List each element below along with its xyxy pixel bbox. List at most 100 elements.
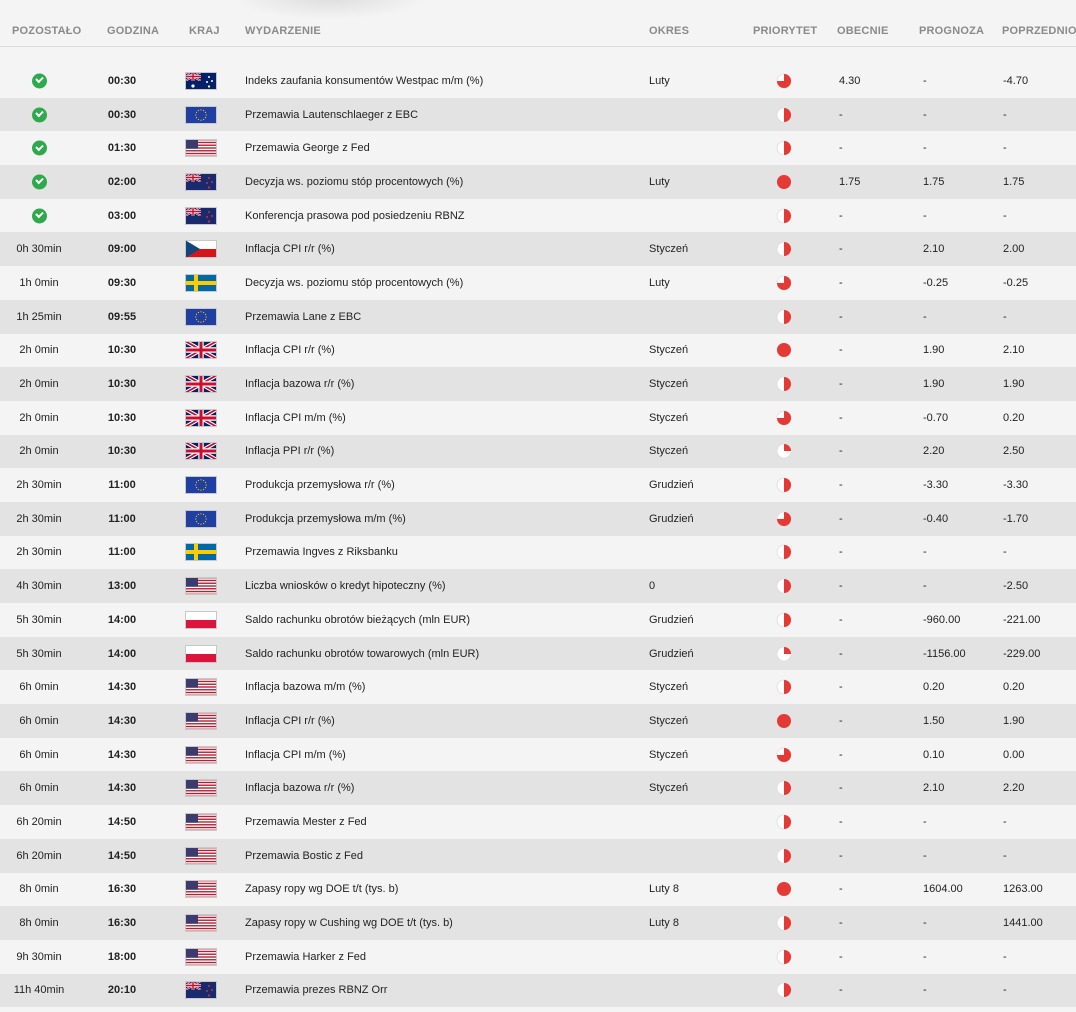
event-name[interactable]: Konferencja prasowa pod posiedzeniu RBNZ xyxy=(245,210,465,222)
priority-1-icon xyxy=(776,444,792,459)
table-row[interactable]: 5h 30min 14:00 Saldo rachunku obrotów bi… xyxy=(0,603,1076,637)
priority-3-icon xyxy=(776,410,792,426)
table-row[interactable]: 8h 0min 16:30 Zapasy ropy wg DOE t/t (ty… xyxy=(0,873,1076,907)
table-row[interactable]: 2h 0min 10:30 Inflacja CPI m/m (%) Stycz… xyxy=(0,401,1076,435)
table-row[interactable]: 2h 0min 10:30 Inflacja bazowa r/r (%) St… xyxy=(0,367,1076,401)
country-flag xyxy=(185,880,217,899)
table-row[interactable]: 0h 30min 09:00 Inflacja CPI r/r (%) Styc… xyxy=(0,232,1076,267)
table-row[interactable]: 2h 30min 11:00 Przemawia Ingves z Riksba… xyxy=(0,536,1076,570)
flag-uk-icon xyxy=(185,375,217,394)
actual-value: - xyxy=(839,849,843,862)
event-name[interactable]: Przemawia prezes RBNZ Orr xyxy=(245,984,387,996)
event-name[interactable]: Indeks zaufania konsumentów Westpac m/m … xyxy=(245,75,483,87)
table-row[interactable]: 2h 30min 11:00 Produkcja przemysłowa m/m… xyxy=(0,501,1076,536)
actual-value: - xyxy=(839,782,843,795)
actual-value: 1.75 xyxy=(839,175,861,188)
event-name[interactable]: Inflacja CPI r/r (%) xyxy=(245,243,335,255)
table-row[interactable]: 6h 20min 14:50 Przemawia Bostic z Fed - … xyxy=(0,838,1076,873)
table-row[interactable]: 02:00 Decyzja ws. poziomu stóp procentow… xyxy=(0,165,1076,199)
event-name[interactable]: Przemawia Ingves z Riksbanku xyxy=(245,546,398,558)
forecast-value: -960.00 xyxy=(923,613,961,626)
actual-value: - xyxy=(839,950,843,963)
actual-value: - xyxy=(839,613,843,626)
table-row[interactable]: 1h 25min 09:55 Przemawia Lane z EBC - - … xyxy=(0,299,1076,334)
priority-2-icon xyxy=(776,578,792,594)
table-row[interactable]: 00:30 Przemawia Lautenschlaeger z EBC - … xyxy=(0,97,1076,132)
forecast-value: - xyxy=(923,950,927,963)
event-name[interactable]: Produkcja przemysłowa m/m (%) xyxy=(245,513,406,525)
forecast-value: 2.20 xyxy=(923,445,945,458)
event-name[interactable]: Saldo rachunku obrotów towarowych (mln E… xyxy=(245,648,479,660)
event-name[interactable]: Przemawia Lautenschlaeger z EBC xyxy=(245,109,418,121)
header-time[interactable]: GODZINA xyxy=(107,25,159,37)
event-name[interactable]: Produkcja przemysłowa r/r (%) xyxy=(245,479,395,491)
event-name[interactable]: Liczba wniosków o kredyt hipoteczny (%) xyxy=(245,580,446,592)
event-name[interactable]: Inflacja CPI m/m (%) xyxy=(245,412,346,424)
event-name[interactable]: Przemawia Mester z Fed xyxy=(245,816,367,828)
period-cell: Styczeń xyxy=(649,714,689,727)
priority-2-icon xyxy=(776,679,792,695)
event-name[interactable]: Saldo rachunku obrotów bieżących (mln EU… xyxy=(245,614,470,626)
header-shadow xyxy=(230,0,430,20)
event-name[interactable]: Inflacja bazowa r/r (%) xyxy=(245,782,354,794)
table-row[interactable]: 6h 0min 14:30 Inflacja bazowa r/r (%) St… xyxy=(0,771,1076,806)
forecast-value: 0.10 xyxy=(923,748,945,761)
flag-usa-icon xyxy=(185,745,217,764)
event-name[interactable]: Inflacja bazowa m/m (%) xyxy=(245,681,365,693)
event-name[interactable]: Zapasy ropy w Cushing wg DOE t/t (tys. b… xyxy=(245,917,453,929)
event-name[interactable]: Przemawia Harker z Fed xyxy=(245,951,366,963)
event-name[interactable]: Inflacja CPI r/r (%) xyxy=(245,344,335,356)
flag-poland-icon xyxy=(185,610,217,629)
table-row[interactable]: 2h 30min 11:00 Produkcja przemysłowa r/r… xyxy=(0,468,1076,502)
previous-value: 1.75 xyxy=(1003,175,1025,188)
header-forecast[interactable]: PROGNOZA xyxy=(919,25,984,37)
table-row[interactable]: 6h 0min 14:30 Inflacja CPI m/m (%) Stycz… xyxy=(0,738,1076,772)
table-row[interactable]: 03:00 Konferencja prasowa pod posiedzeni… xyxy=(0,199,1076,233)
header-previous[interactable]: POPRZEDNIO xyxy=(1002,25,1076,37)
remaining-cell xyxy=(0,73,78,89)
event-name[interactable]: Zapasy ropy wg DOE t/t (tys. b) xyxy=(245,883,398,895)
country-flag xyxy=(185,442,217,461)
table-row[interactable]: 6h 0min 14:30 Inflacja bazowa m/m (%) St… xyxy=(0,670,1076,704)
header-event[interactable]: WYDARZENIE xyxy=(245,25,321,37)
event-name[interactable]: Inflacja CPI m/m (%) xyxy=(245,749,346,761)
priority-indicator xyxy=(776,679,792,695)
table-row[interactable]: 11h 40min 20:10 Przemawia prezes RBNZ Or… xyxy=(0,973,1076,1008)
remaining-cell: 2h 0min xyxy=(0,344,78,356)
event-name[interactable]: Przemawia Bostic z Fed xyxy=(245,850,363,862)
table-row[interactable]: 6h 20min 14:50 Przemawia Mester z Fed - … xyxy=(0,805,1076,839)
previous-value: -0.25 xyxy=(1003,276,1029,289)
table-row[interactable]: 2h 0min 10:30 Inflacja CPI r/r (%) Stycz… xyxy=(0,334,1076,368)
remaining-cell: 2h 0min xyxy=(0,378,78,390)
event-name[interactable]: Decyzja ws. poziomu stóp procentowych (%… xyxy=(245,176,463,188)
event-name[interactable]: Decyzja ws. poziomu stóp procentowych (%… xyxy=(245,277,463,289)
time-cell: 09:30 xyxy=(107,276,137,289)
event-name[interactable]: Inflacja bazowa r/r (%) xyxy=(245,378,354,390)
table-row[interactable]: 9h 30min 18:00 Przemawia Harker z Fed - … xyxy=(0,940,1076,974)
table-row[interactable]: 5h 30min 14:00 Saldo rachunku obrotów to… xyxy=(0,636,1076,671)
table-row[interactable]: 2h 0min 10:30 Inflacja PPI r/r (%) Stycz… xyxy=(0,434,1076,469)
event-name[interactable]: Inflacja CPI r/r (%) xyxy=(245,715,335,727)
table-row[interactable]: 1h 0min 09:30 Decyzja ws. poziomu stóp p… xyxy=(0,266,1076,300)
header-country[interactable]: KRAJ xyxy=(189,25,220,37)
remaining-time-text: 2h 0min xyxy=(19,378,59,391)
table-row[interactable]: 00:30 Indeks zaufania konsumentów Westpa… xyxy=(0,64,1076,98)
table-row[interactable]: 4h 30min 13:00 Liczba wniosków o kredyt … xyxy=(0,569,1076,603)
table-row[interactable]: 01:30 Przemawia George z Fed - - - xyxy=(0,131,1076,165)
header-priority[interactable]: PRIORYTET xyxy=(753,25,817,37)
priority-indicator xyxy=(776,612,792,628)
header-remaining[interactable]: POZOSTAŁO xyxy=(12,25,81,37)
table-row[interactable]: 6h 0min 14:30 Inflacja CPI r/r (%) Stycz… xyxy=(0,704,1076,738)
header-period[interactable]: OKRES xyxy=(649,25,689,37)
remaining-time-text: 6h 0min xyxy=(19,748,59,761)
priority-2-icon xyxy=(776,612,792,628)
event-name[interactable]: Przemawia George z Fed xyxy=(245,142,370,154)
actual-value: - xyxy=(839,883,843,896)
table-row[interactable]: 8h 0min 16:30 Zapasy ropy w Cushing wg D… xyxy=(0,906,1076,940)
forecast-value: -0.40 xyxy=(923,512,949,525)
event-name[interactable]: Przemawia Lane z EBC xyxy=(245,311,361,323)
period-cell: Styczeń xyxy=(649,243,689,256)
event-name[interactable]: Inflacja PPI r/r (%) xyxy=(245,445,334,457)
priority-indicator xyxy=(776,342,792,358)
header-actual[interactable]: OBECNIE xyxy=(837,25,889,37)
